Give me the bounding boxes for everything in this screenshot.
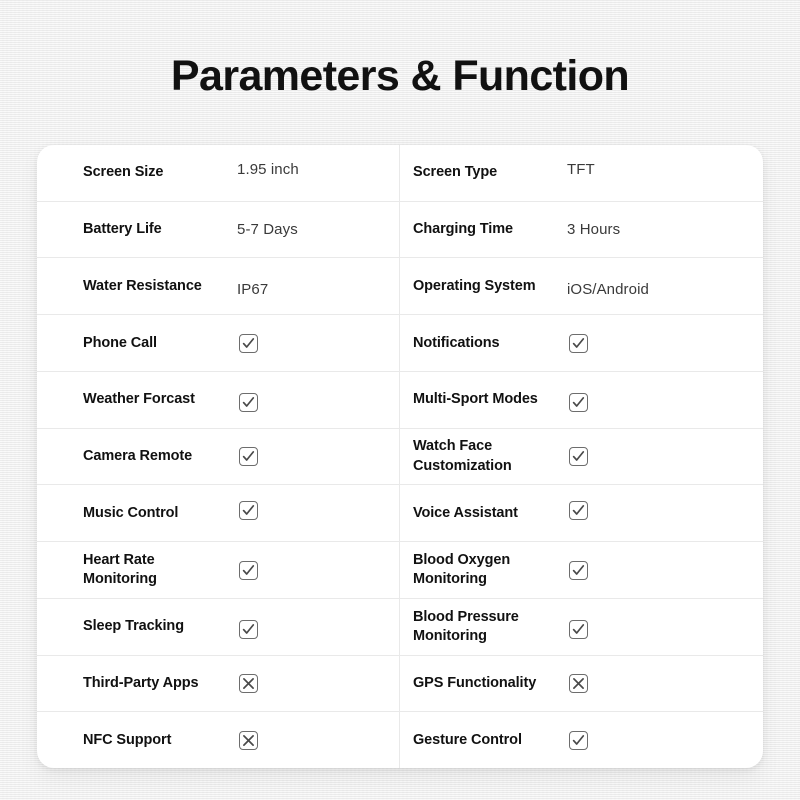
table-row: Battery Life 5-7 Days Charging Time 3 Hours [37,201,763,259]
table-cell-right: Notifications [400,315,763,371]
checkbox-crossed-icon[interactable] [569,673,588,693]
spec-label: Weather Forcast [83,391,195,408]
table-cell-left: Weather Forcast [37,371,400,428]
spec-label: Blood Oxygen Monitoring [413,551,511,587]
spec-value: 3 Hours [567,220,621,238]
spec-label: Third-Party Apps [83,674,199,691]
checkbox-checked-icon[interactable] [239,620,258,640]
table-cell-left: Battery Life 5-7 Days [37,201,400,258]
checkbox-checked-icon[interactable] [239,500,258,520]
spec-label: Watch Face Customization [413,438,512,474]
table-row: Sleep Tracking Blood Pressure Monitoring [37,598,763,656]
checkbox-checked-icon[interactable] [569,560,588,580]
specs-card: Screen Size 1.95 inch Screen Type TFT Batter… [37,145,763,768]
spec-label: Voice Assistant [413,504,518,521]
checkbox-checked-icon[interactable] [239,560,258,580]
checkbox-crossed-icon[interactable] [239,730,258,750]
spec-label: Multi-Sport Modes [413,391,538,408]
table-cell-left: Water Resistance IP67 [37,258,400,315]
spec-label: Water Resistance [83,277,202,294]
spec-label: Sleep Tracking [83,618,184,635]
spec-label: Camera Remote [83,447,193,464]
table-cell-right: Voice Assistant [400,485,763,541]
spec-label: NFC Support [83,731,172,748]
checkbox-checked-icon[interactable] [569,500,588,520]
table-row: Music Control Voice Assistant [37,485,763,543]
table-cell-right: Multi-Sport Modes [400,372,763,428]
table-cell-left: Music Control [37,485,400,542]
table-cell-left: Camera Remote [37,428,400,485]
checkbox-checked-icon[interactable] [569,333,588,353]
table-row: Third-Party Apps GPS Functionality [37,655,763,713]
checkbox-checked-icon[interactable] [569,393,588,413]
table-row: NFC Support Gesture Control [37,712,763,768]
page-title-container: Parameters & Function [0,52,800,100]
spec-label: Battery Life [83,221,162,238]
spec-label: Charging Time [413,221,513,238]
page-title: Parameters & Function [170,52,630,100]
table-cell-left: Screen Size 1.95 inch [37,145,400,201]
table-cell-right: Operating System iOS/Android [400,258,763,314]
spec-label: Screen Type [413,164,498,181]
table-cell-right: Blood Oxygen Monitoring [400,542,763,598]
spec-label: Operating System [413,277,536,294]
checkbox-checked-icon[interactable] [239,393,258,413]
table-cell-right: Charging Time 3 Hours [400,202,763,258]
spec-label: Notifications [413,334,500,351]
table-row: Screen Size 1.95 inch Screen Type TFT [37,145,763,202]
checkbox-checked-icon[interactable] [569,730,588,750]
table-cell-left: Heart Rate Monitoring [37,542,400,598]
table-row: Phone Call Notifications [37,315,763,372]
checkbox-checked-icon[interactable] [239,447,258,467]
spec-label: Blood Pressure Monitoring [413,608,519,644]
table-cell-right: Gesture Control [400,712,763,768]
spec-value: TFT [567,161,595,179]
table-row: Water Resistance IP67 Operating System iOS/… [37,258,763,316]
table-cell-right: Blood Pressure Monitoring [400,599,763,655]
spec-value: IP67 [237,280,269,298]
spec-label: GPS Functionality [413,674,537,691]
checkbox-crossed-icon[interactable] [239,673,258,693]
table-row: Heart Rate Monitoring Blood Oxygen Monito… [37,542,763,599]
table-row: Camera Remote Watch Face Customization [37,428,763,486]
spec-label: Screen Size [83,164,164,181]
table-cell-left: NFC Support [37,712,400,768]
table-cell-left: Third-Party Apps [37,655,400,712]
table-cell-left: Sleep Tracking [37,598,400,655]
checkbox-checked-icon[interactable] [239,333,258,353]
table-cell-right: Watch Face Customization [400,429,763,485]
table-row: Weather Forcast Multi-Sport Modes [37,371,763,429]
table-cell-left: Phone Call [37,315,400,371]
table-cell-right: Screen Type TFT [400,145,763,201]
spec-value: iOS/Android [567,280,649,298]
spec-label: Heart Rate Monitoring [83,551,157,587]
spec-value: 5-7 Days [237,220,298,238]
table-cell-right: GPS Functionality [400,656,763,712]
checkbox-checked-icon[interactable] [569,620,588,640]
spec-label: Gesture Control [413,731,522,748]
spec-label: Phone Call [83,334,157,351]
page-root: Parameters & Function Screen Size 1.95 in… [0,0,800,800]
spec-label: Music Control [83,504,179,521]
checkbox-checked-icon[interactable] [569,447,588,467]
spec-value: 1.95 inch [237,161,299,179]
